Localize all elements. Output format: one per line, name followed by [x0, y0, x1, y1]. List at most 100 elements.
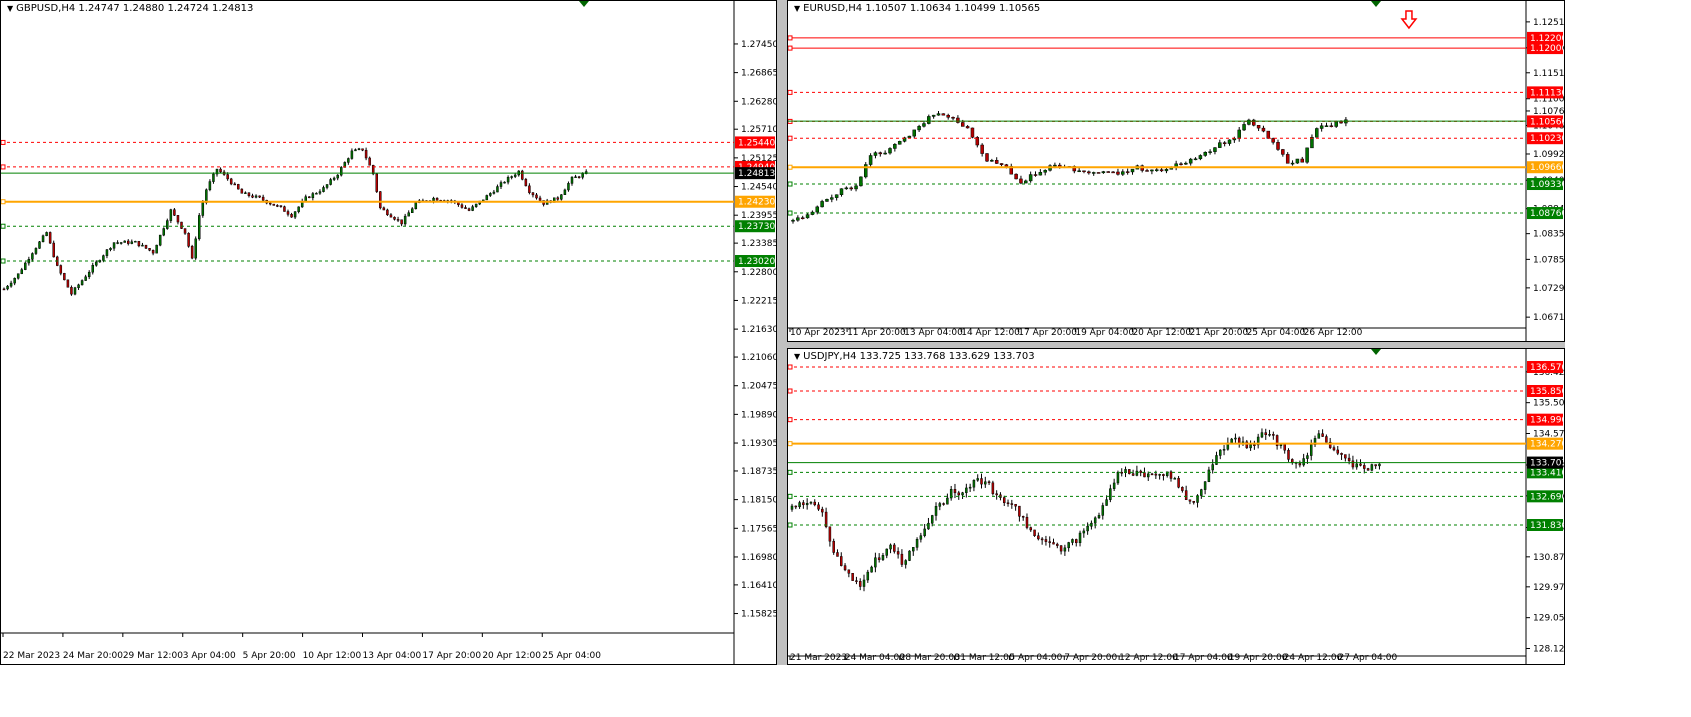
- eurusd-chart-panel[interactable]: 1.125151.120051.115151.110051.107651.104…: [787, 0, 1565, 342]
- usdjpy-candle-body: [862, 579, 866, 587]
- eurusd-candle-body: [1087, 171, 1091, 174]
- vertical-splitter[interactable]: [777, 0, 787, 665]
- eurusd-candle-body: [1266, 130, 1271, 139]
- chart-menu-triangle-icon[interactable]: ▼: [794, 4, 800, 13]
- eurusd-level-handle[interactable]: [788, 164, 793, 170]
- usdjpy-level-handle[interactable]: [788, 417, 793, 423]
- usdjpy-x-tick-label: 5 Apr 04:00: [1009, 653, 1062, 663]
- eurusd-candle-body: [825, 199, 829, 202]
- gbpusd-level-handle[interactable]: [1, 223, 6, 229]
- usdjpy-level-handle[interactable]: [788, 522, 793, 528]
- usdjpy-candle-body: [1351, 460, 1355, 468]
- usdjpy-level-handle[interactable]: [788, 469, 793, 475]
- usdjpy-level-handle[interactable]: [788, 364, 793, 370]
- gbpusd-chart-panel[interactable]: 1.27450 1.26865 1.26280 1.25710 1.25125 1.245…: [0, 0, 777, 665]
- chart-shift-marker-icon[interactable]: [579, 1, 589, 7]
- usdjpy-candle-body: [1207, 469, 1211, 482]
- usdjpy-candle-body: [1359, 463, 1362, 466]
- gbpusd-candle-body: [382, 207, 386, 211]
- usdjpy-level-handle[interactable]: [788, 493, 793, 499]
- gbpusd-y-tick-label: 1.20475: [741, 382, 777, 392]
- gbpusd-y-tick-label: 1.19305: [741, 439, 777, 449]
- eurusd-level-handle[interactable]: [788, 210, 793, 216]
- eurusd-chart-title: ▼ EURUSD,H4 1.10507 1.10634 1.10499 1.105…: [794, 3, 1040, 14]
- usdjpy-candle-body: [1298, 463, 1302, 466]
- gbpusd-candle-body: [503, 181, 506, 184]
- usdjpy-y-tick-label: 130.875: [1533, 553, 1565, 563]
- usdjpy-candle-body: [1200, 489, 1203, 496]
- usdjpy-candle-body: [1059, 545, 1063, 552]
- usdjpy-candle-body: [957, 492, 961, 496]
- eurusd-candle-body: [1213, 147, 1217, 152]
- usdjpy-candle-body: [1272, 434, 1275, 436]
- eurusd-level-handle[interactable]: [788, 45, 793, 51]
- gbpusd-candle-body: [205, 189, 208, 203]
- eurusd-level-handle[interactable]: [788, 89, 793, 95]
- usdjpy-x-tick-label: 7 Apr 20:00: [1064, 653, 1117, 663]
- gbpusd-candle-body: [567, 183, 570, 191]
- eurusd-candle-body: [1232, 138, 1237, 141]
- gbpusd-candle-body: [63, 273, 66, 281]
- usdjpy-candle-body: [1332, 447, 1336, 451]
- gbpusd-y-tick-label: 1.23385: [741, 239, 777, 249]
- eurusd-candle-body: [1150, 169, 1154, 172]
- chart-menu-triangle-icon[interactable]: ▼: [794, 352, 800, 361]
- eurusd-candle-body: [1193, 158, 1198, 161]
- usdjpy-level-handle[interactable]: [788, 388, 793, 394]
- usdjpy-candle-body: [1234, 437, 1237, 440]
- gbpusd-level-handle[interactable]: [1, 164, 6, 170]
- eurusd-candle-body: [1125, 171, 1130, 173]
- eurusd-candle-body: [1300, 158, 1304, 163]
- gbpusd-x-tick-label: 13 Apr 04:00: [363, 651, 422, 661]
- down-arrow-icon[interactable]: [1400, 10, 1418, 30]
- usdjpy-candle-body: [874, 557, 877, 568]
- eurusd-candle-body: [868, 155, 873, 165]
- gbpusd-chart-title: ▼ GBPUSD,H4 1.24747 1.24880 1.24724 1.248…: [7, 3, 253, 14]
- gbpusd-level-handle[interactable]: [1, 199, 6, 205]
- usdjpy-x-tick-label: 24 Mar 04:00: [845, 653, 905, 663]
- gbpusd-candle-body: [506, 177, 510, 183]
- gbpusd-level-handle[interactable]: [1, 139, 6, 145]
- usdjpy-y-tick-label: 129.050: [1533, 614, 1565, 624]
- usdjpy-candle-body: [1283, 444, 1286, 451]
- gbpusd-candle-body: [535, 194, 538, 199]
- eurusd-y-tick-label: 1.11515: [1533, 69, 1565, 79]
- eurusd-level-handle[interactable]: [788, 181, 793, 187]
- eurusd-candle-body: [980, 144, 984, 154]
- gbpusd-candle-body: [13, 277, 16, 284]
- usdjpy-level-handle[interactable]: [788, 441, 793, 447]
- usdjpy-candle-body: [858, 581, 862, 587]
- gbpusd-candle-body: [102, 255, 105, 261]
- eurusd-candle-body: [1043, 170, 1047, 173]
- usdjpy-chart-panel[interactable]: 136.425135.500134.575133.630132.705131.7…: [787, 348, 1565, 665]
- gbpusd-y-tick-label: 1.19890: [741, 410, 777, 420]
- eurusd-candle-body: [994, 160, 999, 164]
- eurusd-candle-body: [1227, 139, 1232, 144]
- chart-shift-marker-icon[interactable]: [1371, 1, 1381, 7]
- usdjpy-candle-body: [847, 569, 851, 574]
- gbpusd-level-handle[interactable]: [1, 258, 6, 264]
- chart-menu-triangle-icon[interactable]: ▼: [7, 4, 13, 13]
- gbpusd-candle-body: [332, 177, 336, 180]
- eurusd-level-handle[interactable]: [788, 35, 793, 41]
- gbpusd-candle-body: [407, 212, 410, 217]
- usdjpy-candle-body: [1033, 529, 1036, 536]
- eurusd-candle-body: [1290, 162, 1295, 165]
- eurusd-y-tick-label: 1.07850: [1533, 255, 1565, 265]
- gbpusd-candle-body: [2, 288, 6, 291]
- gbpusd-candle-body: [389, 214, 393, 218]
- gbpusd-candle-body: [396, 219, 400, 221]
- gbpusd-candle-body: [144, 244, 148, 249]
- eurusd-level-handle[interactable]: [788, 135, 793, 141]
- chart-shift-marker-icon[interactable]: [1371, 349, 1381, 355]
- usdjpy-candle-body: [794, 505, 798, 508]
- eurusd-candle-body: [1329, 125, 1334, 127]
- usdjpy-candle-body: [1037, 535, 1040, 540]
- eurusd-candle-body: [800, 217, 805, 219]
- usdjpy-chart-title: ▼ USDJPY,H4 133.725 133.768 133.629 133.7…: [794, 351, 1035, 362]
- gbpusd-candle-body: [112, 242, 116, 249]
- usdjpy-x-tick-label: 28 Mar 20:00: [900, 653, 960, 663]
- gbpusd-candle-body: [116, 242, 119, 244]
- usdjpy-current-price-text: 133.703: [1530, 459, 1565, 469]
- usdjpy-candle-body: [866, 571, 870, 581]
